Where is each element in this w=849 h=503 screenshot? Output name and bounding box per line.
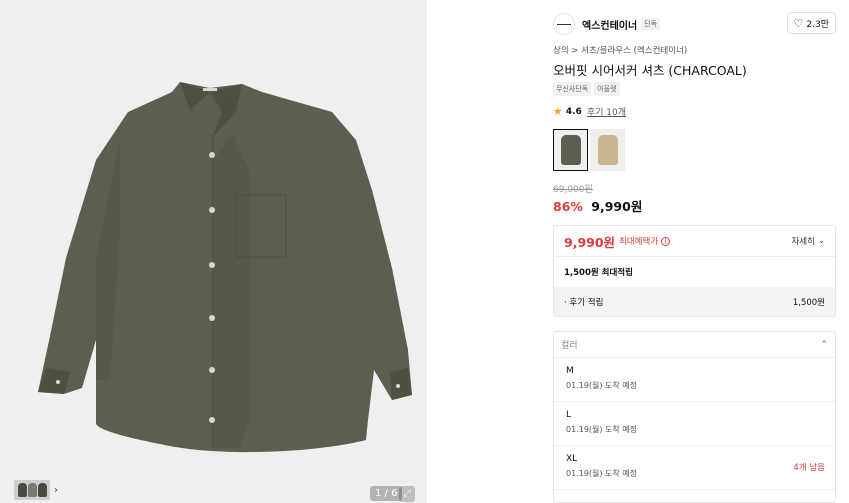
review-link[interactable]: 후기 10개 xyxy=(587,105,626,118)
max-benefit-row: 9,990원 최대혜택가 i 자세히 ⌄ xyxy=(554,226,835,257)
sale-price: 9,990원 xyxy=(591,199,643,214)
points-total: 1,500원 최대적립 xyxy=(564,268,633,278)
expand-icon[interactable]: ⤢ xyxy=(399,486,415,502)
chevron-right-icon[interactable]: › xyxy=(54,485,58,496)
option-size: L xyxy=(566,410,572,420)
review-points-amount: 1,500원 xyxy=(792,297,825,308)
thumbnail-images[interactable] xyxy=(14,480,50,500)
brand-name[interactable]: 엑스컨테이너 xyxy=(582,17,637,32)
thumbnail-strip[interactable]: › xyxy=(14,480,58,500)
thumbnail-3[interactable] xyxy=(37,483,47,497)
option-select[interactable]: 컬러 ⌃ M 01.19(월) 도착 예정 L 01.19(월) 도착 예정 X… xyxy=(553,331,836,503)
swatch-beige[interactable] xyxy=(590,129,625,171)
product-gallery[interactable]: › 1 / 6 ⤢ xyxy=(0,0,427,503)
option-header-label: 컬러 xyxy=(561,341,578,351)
review-points-label: · 후기 적립 xyxy=(564,297,604,308)
stock-remaining: 4개 남음 xyxy=(793,463,825,473)
tag-outlet: 아울렛 xyxy=(594,82,620,96)
benefit-box: 9,990원 최대혜택가 i 자세히 ⌄ 1,500원 최대적립 · 후기 적립… xyxy=(553,225,836,317)
product-title: 오버핏 시어서커 셔츠 (CHARCOAL) xyxy=(553,63,747,78)
image-counter: 1 / 6 xyxy=(370,486,403,501)
brand-exclusive-tag: 단독 xyxy=(641,18,661,30)
product-image xyxy=(38,82,412,453)
option-item[interactable]: M 01.19(월) 도착 예정 xyxy=(554,358,835,402)
option-item[interactable]: L 01.19(월) 도착 예정 xyxy=(554,402,835,446)
option-size: XL xyxy=(566,454,578,464)
max-benefit-price: 9,990원 xyxy=(564,234,616,250)
option-size: M xyxy=(566,366,574,376)
color-swatches xyxy=(553,129,625,171)
star-icon: ★ xyxy=(553,105,563,118)
rating-value: 4.6 xyxy=(565,106,582,117)
brand-row: 엑스컨테이너 단독 ♡ 2.3만 xyxy=(553,12,836,36)
option-item[interactable]: XL 01.19(월) 도착 예정 4개 남음 xyxy=(554,446,835,490)
swatch-charcoal[interactable] xyxy=(553,129,588,171)
info-icon[interactable]: i xyxy=(661,236,671,246)
option-date: 01.19(월) 도착 예정 xyxy=(566,469,638,478)
thumbnail-1[interactable] xyxy=(17,483,27,497)
chevron-down-icon: ⌄ xyxy=(817,236,825,246)
option-header[interactable]: 컬러 ⌃ xyxy=(554,332,835,358)
option-date: 01.19(월) 도착 예정 xyxy=(566,381,638,390)
discount-rate: 86% xyxy=(553,199,583,214)
chevron-up-icon: ⌃ xyxy=(820,339,828,350)
like-count: 2.3만 xyxy=(806,19,829,30)
sale-price-row: 86% 9,990원 xyxy=(553,196,642,215)
original-price: 69,000원 xyxy=(553,185,593,195)
option-date: 01.19(월) 도착 예정 xyxy=(566,425,638,434)
review-points-row: · 후기 적립 1,500원 xyxy=(554,287,835,316)
product-info-panel: 엑스컨테이너 단독 ♡ 2.3만 상의 > 셔츠/블라우스 (엑스컨테이너) 오… xyxy=(553,0,836,503)
shirt-thumbnail xyxy=(597,135,618,165)
like-button[interactable]: ♡ 2.3만 xyxy=(786,12,836,34)
product-tags: 무신사단독 아울렛 xyxy=(553,82,620,96)
max-benefit-label: 최대혜택가 xyxy=(619,237,659,247)
tag-exclusive: 무신사단독 xyxy=(553,82,592,96)
detail-toggle[interactable]: 자세히 ⌄ xyxy=(791,235,825,247)
detail-label: 자세히 xyxy=(791,237,815,247)
brand-logo[interactable] xyxy=(553,13,575,35)
heart-icon: ♡ xyxy=(793,16,804,30)
thumbnail-2[interactable] xyxy=(27,483,37,497)
breadcrumb[interactable]: 상의 > 셔츠/블라우스 (엑스컨테이너) xyxy=(553,44,687,56)
shirt-thumbnail xyxy=(560,135,581,165)
rating-row: ★ 4.6 후기 10개 xyxy=(553,105,626,118)
